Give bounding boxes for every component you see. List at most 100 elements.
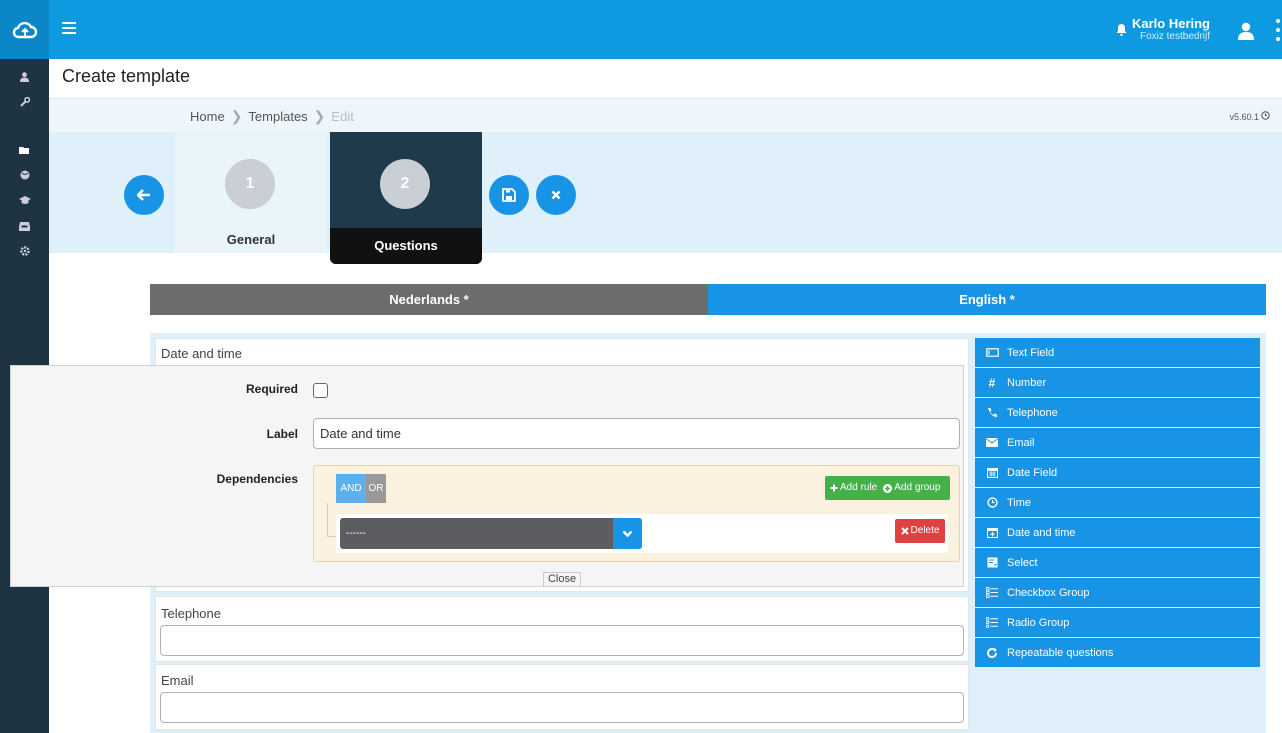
plus-icon	[830, 484, 838, 492]
and-button[interactable]: AND	[336, 474, 366, 503]
select-value: ------	[346, 528, 366, 539]
chevron-down-icon[interactable]	[613, 518, 642, 549]
dependencies-label: Dependencies	[216, 472, 298, 486]
palette-item-label: Number	[1007, 376, 1047, 389]
palette-item-label: Radio Group	[1007, 616, 1070, 629]
wizard-step-questions[interactable]: 2 Questions	[330, 132, 482, 264]
palette-item-text-field[interactable]: Text Field	[975, 338, 1260, 367]
user-avatar-icon[interactable]	[1237, 22, 1255, 43]
select-icon	[985, 556, 999, 570]
breadcrumb-bar: Home ❯ Templates ❯ Edit v5.60.1	[49, 98, 1282, 132]
user-name: Karlo Hering	[1131, 16, 1210, 31]
tab-nederlands[interactable]: Nederlands *	[150, 284, 708, 315]
wizard-step-general[interactable]: 1 General	[175, 132, 327, 253]
close-icon	[551, 190, 561, 200]
calendar-plus-icon	[985, 526, 999, 540]
tab-english[interactable]: English *	[708, 284, 1266, 315]
palette-item-checkbox-group[interactable]: Checkbox Group	[975, 578, 1260, 607]
step-number: 1	[225, 159, 275, 209]
chevron-right-icon: ❯	[313, 108, 326, 124]
language-tabs: Nederlands * English *	[150, 284, 1266, 315]
breadcrumb: Home ❯ Templates ❯ Edit	[190, 108, 354, 125]
palette-item-number[interactable]: # Number	[975, 368, 1260, 397]
palette-item-label: Telephone	[1007, 406, 1058, 419]
menu-toggle-icon[interactable]	[62, 22, 76, 34]
palette-item-telephone[interactable]: Telephone	[975, 398, 1260, 427]
and-or-toggle: AND OR	[336, 474, 386, 503]
version-label: v5.60.1	[1229, 111, 1259, 122]
palette-item-email[interactable]: Email	[975, 428, 1260, 457]
step-label: General	[226, 232, 276, 247]
delete-rule-button[interactable]: Delete	[895, 519, 945, 543]
breadcrumb-templates[interactable]: Templates	[248, 109, 307, 124]
back-button[interactable]	[124, 175, 164, 215]
company-name: Foxiz testbedrijf	[1139, 31, 1210, 42]
sidebar-inbox-icon[interactable]	[0, 212, 49, 240]
breadcrumb-edit: Edit	[331, 109, 354, 124]
palette-item-date-and-time[interactable]: Date and time	[975, 518, 1260, 547]
rule-field-select[interactable]: ------	[340, 518, 642, 549]
top-bar: Karlo Hering Foxiz testbedrijf	[0, 0, 1282, 59]
breadcrumb-home[interactable]: Home	[190, 109, 225, 124]
palette-item-label: Time	[1007, 496, 1032, 509]
question-title: Telephone	[161, 606, 221, 621]
tree-line	[327, 503, 328, 537]
palette-item-label: Email	[1007, 436, 1035, 449]
add-group-button[interactable]: Add group	[883, 476, 940, 500]
required-checkbox[interactable]	[313, 383, 328, 398]
required-label: Required	[245, 382, 298, 396]
palette-item-select[interactable]: Select	[975, 548, 1260, 577]
floppy-disk-icon	[502, 188, 516, 202]
sidebar-globe-icon[interactable]	[0, 161, 49, 189]
palette-item-label: Text Field	[1007, 346, 1055, 359]
page-title: Create template	[62, 66, 191, 86]
step-number: 2	[380, 159, 430, 209]
palette-item-label: Date and time	[1007, 526, 1076, 539]
envelope-icon	[985, 436, 999, 450]
checklist-icon	[985, 586, 999, 600]
sidebar-wrench-icon[interactable]	[0, 88, 49, 116]
label-input[interactable]: Date and time	[313, 418, 960, 449]
phone-icon	[985, 406, 999, 420]
add-group-label: Add group	[894, 482, 941, 493]
palette-item-radio-group[interactable]: Radio Group	[975, 608, 1260, 637]
calendar-icon	[985, 466, 999, 480]
palette-item-label: Select	[1007, 556, 1038, 569]
telephone-input[interactable]	[160, 625, 964, 656]
hash-icon: #	[988, 375, 996, 390]
cancel-button[interactable]	[536, 175, 576, 215]
or-button[interactable]: OR	[366, 474, 386, 503]
palette-item-time[interactable]: Time	[975, 488, 1260, 517]
add-rule-button[interactable]: Add rule	[830, 476, 877, 500]
delete-label: Delete	[910, 525, 940, 536]
question-title: Email	[161, 673, 194, 688]
user-info[interactable]: Karlo Hering Foxiz testbedrijf	[1132, 17, 1210, 43]
sidebar-graduation-cap-icon[interactable]	[0, 186, 49, 214]
save-button[interactable]	[489, 175, 529, 215]
palette-item-date-field[interactable]: Date Field	[975, 458, 1260, 487]
palette-item-label: Repeatable questions	[1007, 646, 1114, 659]
add-rule-group-buttons: Add rule Add group	[825, 476, 950, 500]
add-rule-label: Add rule	[840, 482, 878, 493]
palette-item-label: Checkbox Group	[1007, 586, 1090, 599]
sidebar-user-icon[interactable]	[0, 63, 49, 91]
sidebar-folder-icon[interactable]	[0, 136, 49, 164]
text-field-icon	[985, 346, 999, 360]
repeat-icon	[985, 646, 999, 660]
close-icon	[900, 527, 909, 535]
wizard: 1 General 2 Questions	[49, 132, 1282, 264]
close-settings-button[interactable]: Close	[543, 572, 581, 587]
more-vertical-icon[interactable]	[1275, 18, 1281, 45]
field-palette: Text Field # Number Telephone Email Date…	[975, 338, 1260, 668]
step-label: Questions	[330, 228, 482, 264]
clock-icon	[1261, 111, 1270, 122]
question-title: Date and time	[161, 346, 242, 361]
bell-icon[interactable]	[1116, 24, 1127, 39]
palette-item-repeatable-questions[interactable]: Repeatable questions	[975, 638, 1260, 667]
chevron-right-icon: ❯	[230, 108, 243, 124]
palette-item-label: Date Field	[1007, 466, 1058, 479]
email-input[interactable]	[160, 692, 964, 723]
arrow-left-icon	[137, 189, 150, 201]
cloud-logo-icon[interactable]	[0, 0, 49, 59]
sidebar-gear-icon[interactable]	[0, 237, 49, 265]
